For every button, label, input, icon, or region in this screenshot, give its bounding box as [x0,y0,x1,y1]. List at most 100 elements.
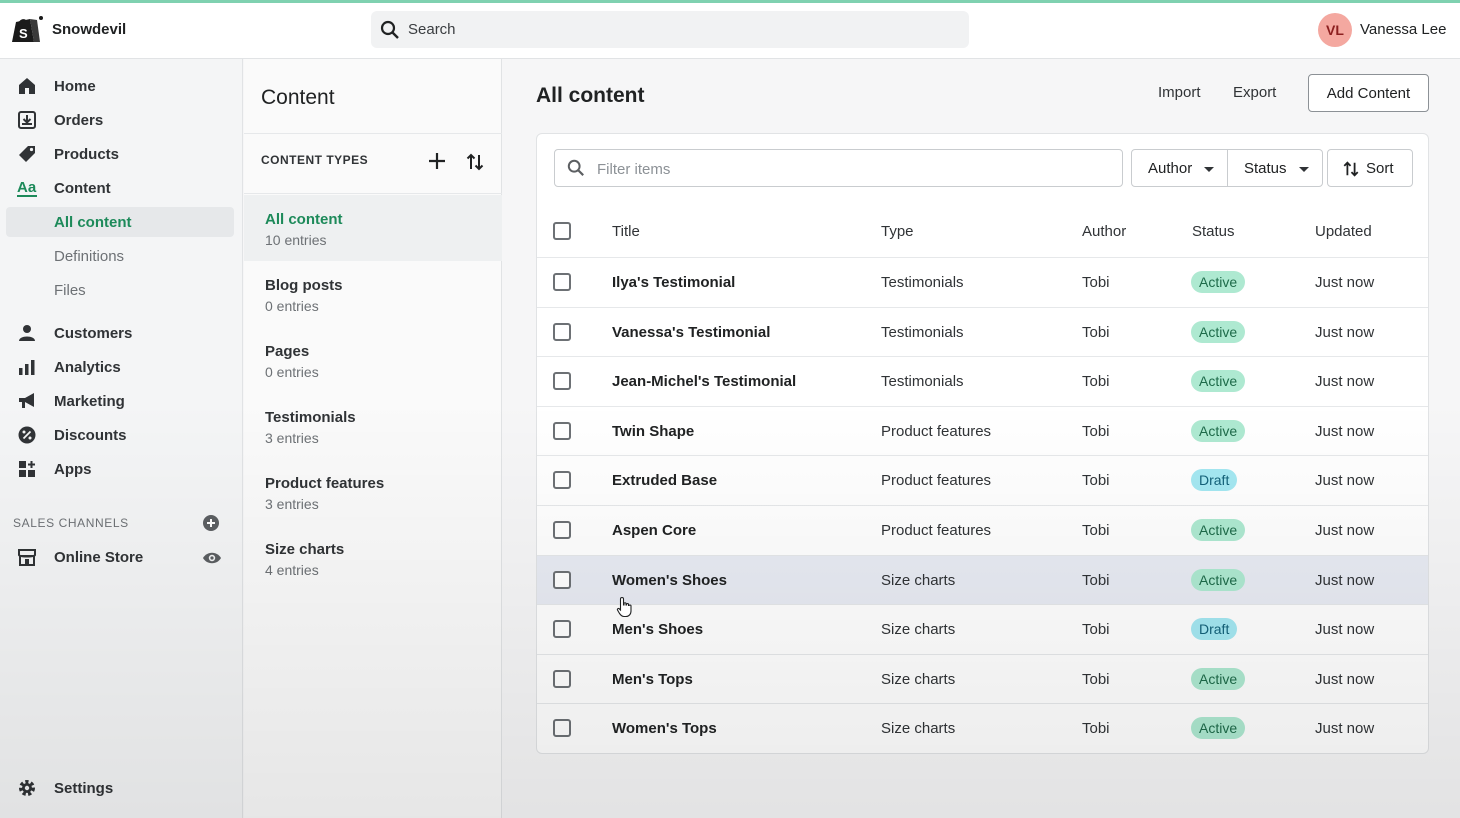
row-author: Tobi [1082,720,1110,738]
row-type: Size charts [881,670,956,688]
status-badge: Active [1191,519,1246,541]
row-title[interactable]: Vanessa's Testimonial [612,324,770,341]
content-type-name: Testimonials [265,409,356,426]
sidebar-item-content[interactable]: Aa Content [0,173,243,203]
column-header-title[interactable]: Title [612,223,640,240]
sort-arrows-icon [1343,161,1359,177]
table-row[interactable]: Vanessa's Testimonial Testimonials Tobi Act… [537,306,1428,357]
column-header-status[interactable]: Status [1192,223,1235,240]
table-row[interactable]: Twin Shape Product features Tobi Active Just… [537,405,1428,456]
sidebar-item-orders[interactable]: Orders [0,105,243,135]
add-channel-icon[interactable] [202,514,220,532]
author-filter-dropdown[interactable]: Author [1131,149,1228,187]
sort-button[interactable]: Sort [1327,149,1413,187]
export-button[interactable]: Export [1233,84,1276,101]
content-type-blog-posts[interactable]: Blog posts 0 entries [244,261,502,327]
table-row[interactable]: Women's Shoes Size charts Tobi Active Just n… [537,554,1428,605]
content-type-all-content[interactable]: All content 10 entries [244,195,502,261]
status-badge: Active [1191,370,1246,393]
status-badge: Active [1191,320,1246,343]
row-updated: Just now [1315,522,1375,539]
row-title[interactable]: Aspen Core [612,522,696,539]
status-badge: Draft [1191,618,1238,641]
row-type: Testimonials [881,323,964,341]
shopify-logo-icon[interactable]: S [10,14,44,44]
import-button[interactable]: Import [1158,84,1201,101]
row-type: Testimonials [881,274,964,291]
row-title[interactable]: Ilya's Testimonial [612,274,735,291]
sidebar-item-marketing[interactable]: Marketing [0,386,243,416]
row-title[interactable]: Women's Tops [612,720,717,737]
content-type-count: 0 entries [265,298,319,314]
search-icon [380,20,399,39]
status-badge: Active [1191,667,1246,690]
content-types-panel: Content CONTENT TYPES All content 10 ent… [244,59,502,818]
row-checkbox[interactable] [553,372,571,391]
sidebar-item-settings[interactable]: Settings [0,773,243,803]
sidebar-item-label: Marketing [54,393,125,410]
sidebar-item-label: Customers [54,325,133,342]
row-title[interactable]: Women's Shoes [612,572,727,589]
row-title[interactable]: Jean-Michel's Testimonial [612,373,796,390]
row-checkbox[interactable] [553,521,571,539]
table-row[interactable]: Aspen Core Product features Tobi Active Just… [537,505,1428,555]
add-content-button[interactable]: Add Content [1308,74,1429,112]
sidebar-subitem-files[interactable]: Files [6,275,234,305]
row-title[interactable]: Men's Shoes [612,621,703,638]
sidebar-subitem-definitions[interactable]: Definitions [6,241,234,271]
row-checkbox[interactable] [553,669,571,688]
sidebar-subitem-all-content[interactable]: All content [6,207,234,237]
row-title[interactable]: Twin Shape [612,423,694,440]
content-type-size-charts[interactable]: Size charts 4 entries [244,525,502,591]
row-checkbox[interactable] [553,719,571,738]
table-row[interactable]: Extruded Base Product features Tobi Draft Ju… [537,455,1428,505]
row-updated: Just now [1315,571,1375,589]
sidebar-item-apps[interactable]: Apps [0,454,243,484]
sidebar-item-discounts[interactable]: Discounts [0,420,243,450]
sidebar-item-products[interactable]: Products [0,139,243,169]
row-updated: Just now [1315,323,1375,341]
person-icon [19,325,35,341]
row-title[interactable]: Extruded Base [612,472,717,489]
filter-input[interactable]: Filter items [554,149,1123,187]
column-header-type[interactable]: Type [881,223,914,240]
content-type-pages[interactable]: Pages 0 entries [244,327,502,393]
store-icon [18,549,36,566]
column-header-updated[interactable]: Updated [1315,223,1372,240]
status-filter-dropdown[interactable]: Status [1227,149,1323,187]
row-author: Tobi [1082,373,1110,391]
table-row[interactable]: Jean-Michel's Testimonial Testimonials Tob… [537,356,1428,406]
row-checkbox[interactable] [553,322,571,341]
content-type-count: 4 entries [265,562,319,578]
main-content: All content Import Export Add Content Fi… [503,59,1460,818]
row-checkbox[interactable] [553,620,571,639]
store-name[interactable]: Snowdevil [52,21,126,38]
column-header-author[interactable]: Author [1082,223,1126,240]
content-type-testimonials[interactable]: Testimonials 3 entries [244,393,502,459]
table-row[interactable]: Ilya's Testimonial Testimonials Tobi Active… [537,257,1428,307]
user-avatar[interactable]: VL [1318,13,1352,47]
table-row[interactable]: Men's Shoes Size charts Tobi Draft Just now [537,604,1428,654]
select-all-checkbox[interactable] [553,222,571,240]
sidebar-item-home[interactable]: Home [0,71,243,101]
sort-arrows-icon[interactable] [465,152,485,172]
sidebar-item-label: Orders [54,112,104,129]
plus-icon[interactable] [427,151,447,171]
content-type-name: Size charts [265,541,345,558]
row-title[interactable]: Men's Tops [612,671,693,688]
user-name[interactable]: Vanessa Lee [1360,21,1446,38]
search-bar[interactable]: Search [371,11,969,48]
row-checkbox[interactable] [553,570,571,589]
row-checkbox[interactable] [553,471,571,490]
content-table-card: Filter items Author Status Sort Title Ty… [536,133,1429,754]
sidebar-item-customers[interactable]: Customers [0,318,243,348]
sidebar-item-analytics[interactable]: Analytics [0,352,243,382]
table-row[interactable]: Women's Tops Size charts Tobi Active Just no… [537,703,1428,753]
table-row[interactable]: Men's Tops Size charts Tobi Active Just now [537,653,1428,704]
row-author: Tobi [1082,274,1110,291]
content-type-product-features[interactable]: Product features 3 entries [244,459,502,525]
row-checkbox[interactable] [553,421,571,440]
row-checkbox[interactable] [553,273,571,291]
content-types-heading: Content [261,86,335,109]
eye-icon[interactable] [202,548,222,568]
